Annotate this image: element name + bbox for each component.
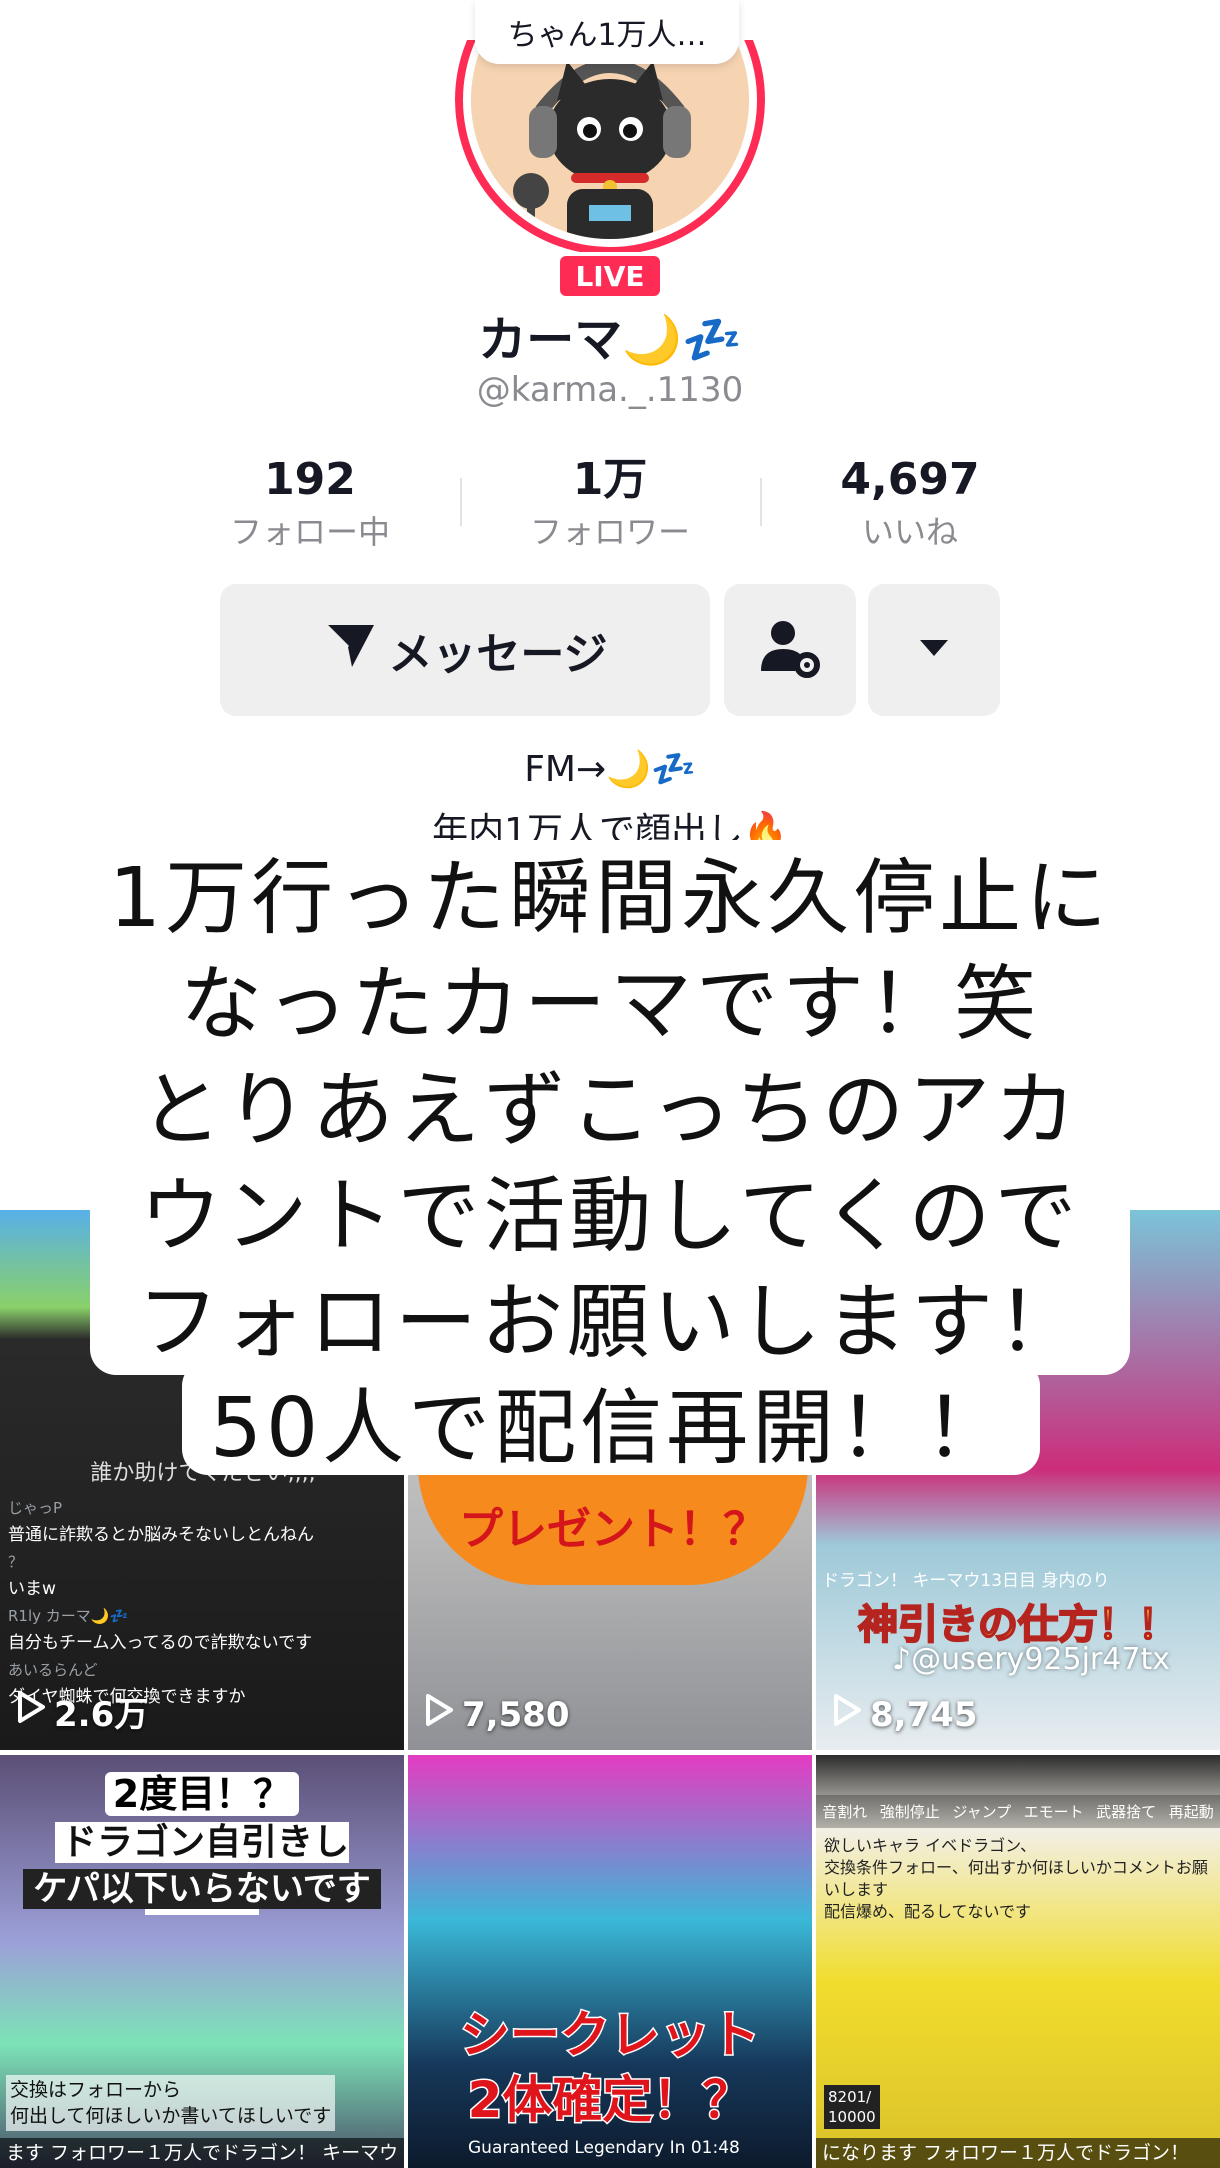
stat-following[interactable]: 192 フォロー中 bbox=[160, 450, 460, 560]
overlay-caption-line: ウントで活動してくので bbox=[139, 1169, 1081, 1264]
overlay-caption-line: とりあえずこっちのアカ bbox=[139, 1063, 1081, 1158]
thumbnail-subtext: 欲しいキャラ イベドラゴン、 交換条件フォロー、何出すか何ほしいかコメントお願い… bbox=[824, 1836, 1208, 1921]
add-friend-button[interactable] bbox=[724, 584, 856, 716]
thumbnail-caption: プレゼント！？ bbox=[418, 1465, 808, 1585]
play-icon bbox=[16, 1690, 46, 1733]
play-icon bbox=[424, 1693, 454, 1736]
stat-likes[interactable]: 4,697 いいね bbox=[760, 450, 1060, 560]
more-options-button[interactable] bbox=[868, 584, 1000, 716]
avatar-image bbox=[471, 40, 749, 239]
view-count: 8,745 bbox=[832, 1693, 978, 1736]
overlay-caption-line: 50人で配信再開！！ bbox=[209, 1381, 1011, 1476]
chat-message: R1ly カーマ🌙💤 自分もチーム入ってるので詐欺ないです bbox=[8, 1607, 313, 1653]
profile-stats: 192 フォロー中 1万 フォロワー 4,697 いいね bbox=[160, 450, 1060, 560]
stat-value: 1万 bbox=[572, 454, 648, 505]
video-thumbnail[interactable]: シークレット 2体確定！？ Guaranteed Legendary In 01… bbox=[408, 1755, 812, 2168]
overlay-caption-line: なったカーマです！笑 bbox=[179, 957, 1040, 1052]
thumbnail-menu: 音割れ 強制停止 ジャンプ エモート 武器捨て 再起動 bbox=[816, 1795, 1220, 1828]
stat-followers[interactable]: 1万 フォロワー bbox=[460, 450, 760, 560]
thumbnail-subtext: 交換はフォローから 何出して何ほしいか書いてほしいです bbox=[6, 2075, 336, 2131]
username: @karma._.1130 bbox=[476, 370, 744, 410]
overlay-caption: 1万行った瞬間永久停止に なったカーマです！笑 とりあえずこっちのアカ ウントで… bbox=[90, 840, 1130, 1476]
overlay-caption-line: 1万行った瞬間永久停止に bbox=[108, 851, 1112, 946]
stat-value: 4,697 bbox=[840, 454, 980, 505]
stat-label: フォロー中 bbox=[229, 513, 390, 551]
thumbnail-ticker: になります フォロワー１万人でドラゴン！ bbox=[816, 2138, 1220, 2168]
live-comment-bubble: ちゃん1万人… bbox=[475, 0, 739, 64]
thumbnail-caption: 2体確定！？ bbox=[466, 2070, 754, 2131]
thumbnail-ticker: ます フォロワー１万人でドラゴン！ キーマウ bbox=[0, 2138, 404, 2168]
thumbnail-top-text: ドラゴン！ キーマウ13日目 身内のり bbox=[822, 1571, 1110, 1591]
thumbnail-subtext: Guaranteed Legendary In 01:48 bbox=[468, 2138, 740, 2158]
thumbnail-caption: ケパ以下いらないです bbox=[0, 1861, 404, 1910]
video-thumbnail[interactable]: 2度目！？ ドラゴン自引きした！！ ケパ以下いらないです 交換はフォローから 何… bbox=[0, 1755, 404, 2168]
bio-line: FM→🌙💤 bbox=[524, 749, 696, 790]
bubble-text: ちゃん1万人… bbox=[507, 18, 707, 53]
video-thumbnail[interactable]: 音割れ 強制停止 ジャンプ エモート 武器捨て 再起動 欲しいキャラ イベドラゴ… bbox=[816, 1755, 1220, 2168]
person-gear-icon bbox=[755, 613, 825, 687]
live-badge[interactable]: LIVE bbox=[556, 252, 664, 300]
chat-screenshot: 誰か助けてください,,,, じゃっP 普通に詐欺るとか脳みそないしとんねん ？ … bbox=[8, 1460, 398, 1711]
stat-value: 192 bbox=[264, 454, 356, 505]
stat-label: フォロワー bbox=[529, 513, 690, 551]
thumbnail-caption: シークレット bbox=[459, 2005, 762, 2066]
view-count: 2.6万 bbox=[16, 1687, 148, 1736]
overlay-caption-line: フォローお願いします！ bbox=[136, 1275, 1083, 1370]
tiktok-watermark: ♪@usery925jr47tx bbox=[892, 1642, 1170, 1677]
message-button[interactable]: メッセージ bbox=[220, 584, 710, 716]
chat-message: ？ いまw bbox=[8, 1553, 56, 1599]
caret-down-icon bbox=[917, 636, 951, 664]
thumbnail-caption: 2度目！？ bbox=[0, 1763, 404, 1818]
stat-label: いいね bbox=[861, 513, 958, 551]
black-cat-headphones-illustration bbox=[471, 40, 749, 239]
message-label: メッセージ bbox=[388, 629, 608, 680]
view-count: 7,580 bbox=[424, 1693, 570, 1736]
display-name: カーマ🌙💤 bbox=[478, 312, 742, 368]
chat-message: じゃっP 普通に詐欺るとか脳みそないしとんねん bbox=[8, 1499, 314, 1545]
thumbnail-counter: 8201/ 10000 bbox=[824, 2085, 880, 2129]
play-icon bbox=[832, 1693, 862, 1736]
avatar[interactable] bbox=[455, 40, 765, 255]
send-icon bbox=[322, 617, 378, 684]
